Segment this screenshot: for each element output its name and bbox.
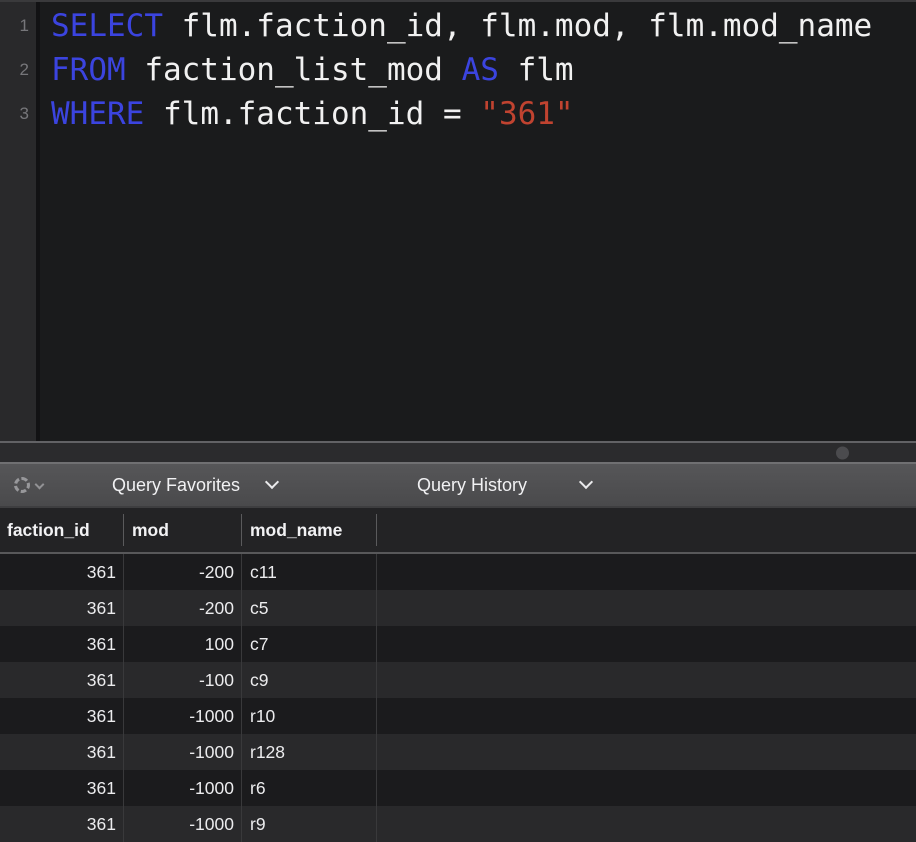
cell-faction_id[interactable]: 361 [0,698,124,734]
code-line: FROM faction_list_mod AS flm [51,48,916,92]
table-row[interactable]: 361100c7 [0,626,916,662]
cell-mod_name[interactable]: c11 [242,554,377,590]
table-row[interactable]: 361-200c5 [0,590,916,626]
code-line: SELECT flm.faction_id, flm.mod, flm.mod_… [51,4,916,48]
sql-token-keyword: WHERE [51,96,144,132]
table-row[interactable]: 361-100c9 [0,662,916,698]
cell-filler [377,698,916,734]
cell-filler [377,626,916,662]
column-header-mod[interactable]: mod [124,508,242,552]
cell-faction_id[interactable]: 361 [0,770,124,806]
gear-icon [14,477,30,493]
cell-filler [377,770,916,806]
cell-filler [377,662,916,698]
chevron-down-icon [265,475,279,489]
cell-faction_id[interactable]: 361 [0,554,124,590]
cell-mod_name[interactable]: c5 [242,590,377,626]
sql-token-plain: faction_list_mod [126,52,462,88]
cell-mod[interactable]: -1000 [124,770,242,806]
sql-code-area[interactable]: SELECT flm.faction_id, flm.mod, flm.mod_… [40,2,916,441]
result-table-body: 361-200c11361-200c5361100c7361-100c9361-… [0,554,916,842]
cell-mod_name[interactable]: r128 [242,734,377,770]
action-menu-button[interactable] [14,464,43,506]
sql-token-string: "361" [480,96,573,132]
cell-mod[interactable]: 100 [124,626,242,662]
cell-faction_id[interactable]: 361 [0,626,124,662]
code-line: WHERE flm.faction_id = "361" [51,92,916,136]
pane-divider[interactable] [0,441,916,462]
result-table-header: faction_idmodmod_name [0,508,916,554]
line-number: 1 [0,4,36,48]
cell-mod[interactable]: -200 [124,590,242,626]
table-row[interactable]: 361-1000r6 [0,770,916,806]
sql-editor[interactable]: 123 SELECT flm.faction_id, flm.mod, flm.… [0,2,916,441]
cell-faction_id[interactable]: 361 [0,590,124,626]
cell-mod[interactable]: -1000 [124,734,242,770]
divider-drag-handle[interactable] [836,446,849,459]
table-row[interactable]: 361-1000r128 [0,734,916,770]
query-history-label: Query History [417,475,527,496]
sql-token-keyword: FROM [51,52,126,88]
column-header-filler [377,508,916,552]
column-header-mod_name[interactable]: mod_name [242,508,377,552]
sql-token-plain: flm.faction_id = [144,96,480,132]
cell-faction_id[interactable]: 361 [0,734,124,770]
cell-filler [377,734,916,770]
sql-token-plain: flm.faction_id, flm.mod, flm.mod_name [163,8,872,44]
sql-token-plain: flm [499,52,574,88]
cell-faction_id[interactable]: 361 [0,806,124,842]
table-row[interactable]: 361-1000r9 [0,806,916,842]
cell-mod[interactable]: -1000 [124,698,242,734]
cell-faction_id[interactable]: 361 [0,662,124,698]
cell-mod[interactable]: -1000 [124,806,242,842]
line-number: 3 [0,92,36,136]
chevron-down-icon [35,479,45,489]
cell-mod_name[interactable]: r6 [242,770,377,806]
cell-filler [377,590,916,626]
query-favorites-label: Query Favorites [112,475,240,496]
cell-mod_name[interactable]: c7 [242,626,377,662]
table-row[interactable]: 361-200c11 [0,554,916,590]
query-history-dropdown[interactable]: Query History [417,464,591,506]
chevron-down-icon [579,475,593,489]
cell-filler [377,554,916,590]
line-number-gutter: 123 [0,2,40,441]
cell-mod_name[interactable]: r9 [242,806,377,842]
table-row[interactable]: 361-1000r10 [0,698,916,734]
cell-mod_name[interactable]: c9 [242,662,377,698]
cell-filler [377,806,916,842]
sql-token-keyword: AS [462,52,499,88]
cell-mod[interactable]: -100 [124,662,242,698]
query-toolbar: Query Favorites Query History [0,462,916,508]
cell-mod[interactable]: -200 [124,554,242,590]
column-header-faction_id[interactable]: faction_id [0,508,124,552]
sql-token-keyword: SELECT [51,8,163,44]
cell-mod_name[interactable]: r10 [242,698,377,734]
query-favorites-dropdown[interactable]: Query Favorites [112,464,277,506]
line-number: 2 [0,48,36,92]
